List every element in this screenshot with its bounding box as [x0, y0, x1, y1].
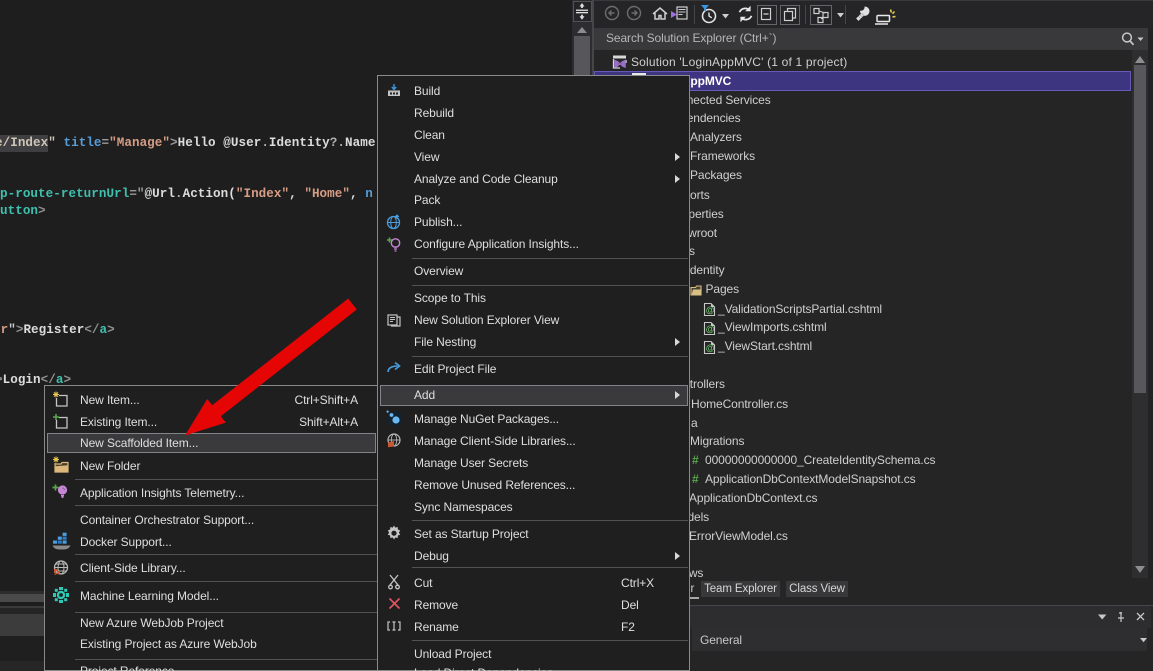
- svg-text:@: @: [706, 324, 715, 334]
- svg-text:@: @: [706, 305, 715, 315]
- svg-text:@: @: [706, 343, 715, 353]
